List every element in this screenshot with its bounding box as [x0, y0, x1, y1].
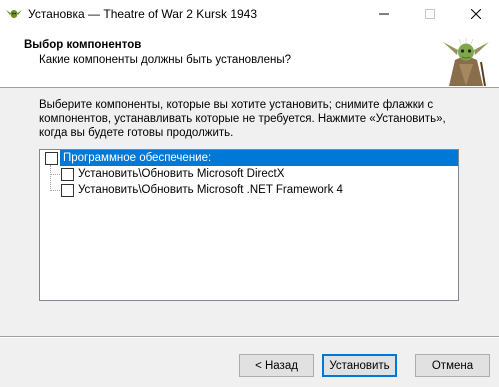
component-dotnet[interactable]: Установить\Обновить Microsoft .NET Frame… — [61, 182, 343, 198]
page-title: Выбор компонентов — [24, 39, 142, 51]
tree-connector — [50, 190, 60, 191]
checkbox-root[interactable] — [45, 151, 58, 165]
close-icon — [470, 8, 482, 22]
minimize-icon — [379, 9, 389, 22]
cancel-button[interactable]: Отмена — [415, 354, 490, 377]
close-button[interactable] — [453, 0, 499, 30]
footer-divider-highlight — [0, 337, 499, 338]
component-directx-label: Установить\Обновить Microsoft DirectX — [78, 168, 285, 180]
component-dotnet-label: Установить\Обновить Microsoft .NET Frame… — [78, 184, 343, 196]
tree-connector — [50, 165, 51, 191]
yoda-wizard-image — [441, 34, 491, 87]
checkbox-dotnet[interactable] — [61, 183, 74, 197]
yoda-icon — [6, 7, 22, 21]
install-button[interactable]: Установить — [322, 354, 397, 377]
minimize-button[interactable] — [361, 0, 407, 30]
title-bar: Установка — Theatre of War 2 Kursk 1943 — [0, 0, 499, 30]
component-directx[interactable]: Установить\Обновить Microsoft DirectX — [61, 166, 284, 182]
back-button[interactable]: < Назад — [239, 354, 314, 377]
instructions-text: Выберите компоненты, которые вы хотите у… — [39, 99, 446, 139]
maximize-button[interactable] — [407, 0, 453, 30]
component-root[interactable]: Программное обеспечение: — [40, 150, 458, 166]
components-tree[interactable]: Программное обеспечение: Установить\Обно… — [39, 149, 459, 301]
tree-connector — [50, 174, 60, 175]
window-title: Установка — Theatre of War 2 Kursk 1943 — [28, 7, 258, 21]
component-root-label: Программное обеспечение: — [60, 150, 458, 166]
maximize-icon — [425, 8, 435, 22]
page-subtitle: Какие компоненты должны быть установлены… — [39, 54, 292, 66]
checkbox-directx[interactable] — [61, 167, 74, 181]
wizard-header: Выбор компонентов Какие компоненты должн… — [0, 30, 499, 88]
